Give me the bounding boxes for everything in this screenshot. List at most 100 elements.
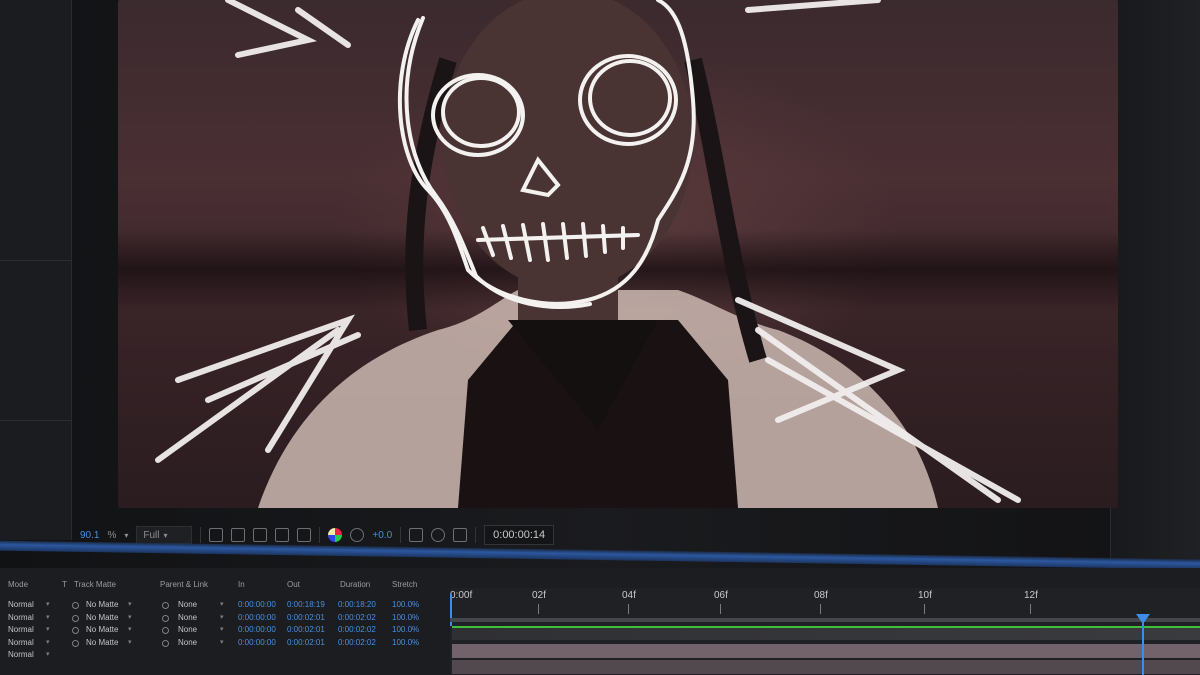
- color-wheel-icon[interactable]: [328, 528, 343, 542]
- stretch-value[interactable]: 100.0%: [392, 625, 419, 634]
- chevron-down-icon[interactable]: ▾: [46, 600, 50, 608]
- matte-icon[interactable]: [72, 602, 79, 609]
- out-time[interactable]: 0:00:02:01: [287, 613, 325, 622]
- mode-select[interactable]: Normal: [8, 625, 34, 634]
- out-time[interactable]: 0:00:02:01: [287, 625, 325, 634]
- in-time[interactable]: 0:00:00:00: [238, 613, 276, 622]
- pickwhip-icon[interactable]: [162, 614, 169, 622]
- column-stretch[interactable]: Stretch: [392, 580, 417, 589]
- grid-icon[interactable]: [253, 528, 268, 542]
- zoom-unit: %: [107, 529, 117, 541]
- chevron-down-icon[interactable]: ▾: [124, 531, 128, 540]
- playhead[interactable]: [1142, 616, 1144, 675]
- project-panel: [0, 0, 72, 540]
- zoom-value[interactable]: 90.1: [80, 530, 99, 541]
- mask-icon[interactable]: [275, 528, 290, 542]
- duration-time[interactable]: 0:00:02:02: [338, 625, 376, 634]
- duration-time[interactable]: 0:00:18:20: [338, 600, 376, 609]
- in-time[interactable]: 0:00:00:00: [238, 600, 276, 609]
- matte-icon[interactable]: [72, 614, 79, 622]
- column-in[interactable]: In: [238, 580, 245, 589]
- stretch-value[interactable]: 100.0%: [392, 600, 419, 609]
- toolbar-divider: [200, 527, 202, 543]
- effects-panel: [1110, 0, 1200, 560]
- snapshot-icon[interactable]: [431, 528, 446, 542]
- matte-icon[interactable]: [72, 627, 79, 634]
- show-snapshot-icon[interactable]: [453, 528, 468, 542]
- ruler-label: 0:00f: [450, 590, 473, 601]
- layer-bar[interactable]: [452, 626, 1200, 640]
- table-row[interactable]: Normal ▾ No Matte ▾ None ▾ 0:00:00:00 0:…: [0, 600, 450, 613]
- mode-select[interactable]: Normal: [8, 613, 34, 622]
- chevron-down-icon[interactable]: ▾: [220, 600, 224, 608]
- table-row[interactable]: Normal ▾ No Matte ▾ None ▾ 0:00:00:00 0:…: [0, 613, 450, 626]
- out-time[interactable]: 0:00:02:01: [287, 638, 325, 647]
- table-row[interactable]: Normal ▾ No Matte ▾ None ▾ 0:00:00:00 0:…: [0, 638, 450, 651]
- table-row[interactable]: Normal ▾: [0, 650, 450, 663]
- chevron-down-icon[interactable]: ▾: [46, 625, 50, 633]
- chevron-down-icon[interactable]: ▾: [128, 613, 132, 621]
- chevron-down-icon[interactable]: ▾: [220, 613, 224, 621]
- chevron-down-icon[interactable]: ▾: [46, 613, 50, 621]
- chevron-down-icon[interactable]: ▾: [220, 625, 224, 633]
- chevron-down-icon[interactable]: ▾: [220, 638, 224, 646]
- chevron-down-icon[interactable]: ▾: [128, 638, 132, 646]
- layer-rows: Normal ▾ No Matte ▾ None ▾ 0:00:00:00 0:…: [0, 600, 450, 663]
- region-icon[interactable]: [209, 528, 224, 542]
- column-track-matte[interactable]: Track Matte: [74, 580, 116, 589]
- out-time[interactable]: 0:00:18:19: [287, 600, 325, 609]
- duration-time[interactable]: 0:00:02:02: [338, 613, 376, 622]
- ruler-label: 08f: [814, 590, 828, 601]
- chevron-down-icon[interactable]: ▾: [128, 625, 132, 633]
- viewer-artwork: [155, 0, 1021, 508]
- guides-icon[interactable]: [297, 528, 312, 542]
- stretch-value[interactable]: 100.0%: [392, 613, 419, 622]
- parent-select[interactable]: None: [178, 638, 197, 647]
- parent-select[interactable]: None: [178, 613, 197, 622]
- exposure-icon[interactable]: [350, 528, 365, 542]
- toolbar-divider: [400, 527, 402, 543]
- in-time[interactable]: 0:00:00:00: [238, 625, 276, 634]
- column-out[interactable]: Out: [287, 580, 300, 589]
- layer-bar[interactable]: [452, 660, 1200, 674]
- ruler-label: 06f: [714, 590, 728, 601]
- parent-select[interactable]: None: [178, 600, 197, 609]
- resolution-select[interactable]: Full ▾: [136, 526, 193, 544]
- timeline-graph[interactable]: 0:00f 02f 04f 06f 08f 10f 12f: [450, 588, 1200, 675]
- pickwhip-icon[interactable]: [162, 639, 169, 647]
- exposure-value[interactable]: +0.0: [372, 530, 392, 541]
- duration-time[interactable]: 0:00:02:02: [338, 638, 376, 647]
- layer-bar[interactable]: [452, 644, 1200, 658]
- chevron-down-icon[interactable]: ▾: [46, 650, 50, 658]
- ruler-tick: [924, 604, 925, 614]
- time-ruler[interactable]: 0:00f 02f 04f 06f 08f 10f 12f: [450, 588, 1200, 618]
- column-parent-link[interactable]: Parent & Link: [160, 580, 208, 589]
- current-time-display[interactable]: 0:00:00:14: [484, 525, 555, 545]
- pickwhip-icon[interactable]: [162, 627, 169, 634]
- stretch-value[interactable]: 100.0%: [392, 638, 419, 647]
- camera-icon[interactable]: [409, 528, 424, 542]
- chevron-down-icon[interactable]: ▾: [46, 638, 50, 646]
- work-area-bar[interactable]: [450, 618, 1200, 622]
- track-matte-select[interactable]: No Matte: [86, 625, 118, 634]
- pickwhip-icon[interactable]: [162, 602, 169, 609]
- timeline-panel: Mode T Track Matte Parent & Link In Out …: [0, 568, 1200, 675]
- table-row[interactable]: Normal ▾ No Matte ▾ None ▾ 0:00:00:00 0:…: [0, 625, 450, 638]
- composition-viewer[interactable]: [118, 0, 1118, 508]
- track-matte-select[interactable]: No Matte: [86, 600, 118, 609]
- matte-icon[interactable]: [72, 639, 79, 647]
- in-time[interactable]: 0:00:00:00: [238, 638, 276, 647]
- track-matte-select[interactable]: No Matte: [86, 613, 118, 622]
- mode-select[interactable]: Normal: [8, 638, 34, 647]
- transparency-icon[interactable]: [231, 528, 246, 542]
- mode-select[interactable]: Normal: [8, 600, 34, 609]
- column-duration[interactable]: Duration: [340, 580, 370, 589]
- mode-select[interactable]: Normal: [8, 650, 34, 659]
- parent-select[interactable]: None: [178, 625, 197, 634]
- column-mode[interactable]: Mode: [8, 580, 28, 589]
- ruler-label: 04f: [622, 590, 636, 601]
- chevron-down-icon[interactable]: ▾: [128, 600, 132, 608]
- ruler-label: 12f: [1024, 590, 1038, 601]
- column-t[interactable]: T: [62, 580, 67, 589]
- track-matte-select[interactable]: No Matte: [86, 638, 118, 647]
